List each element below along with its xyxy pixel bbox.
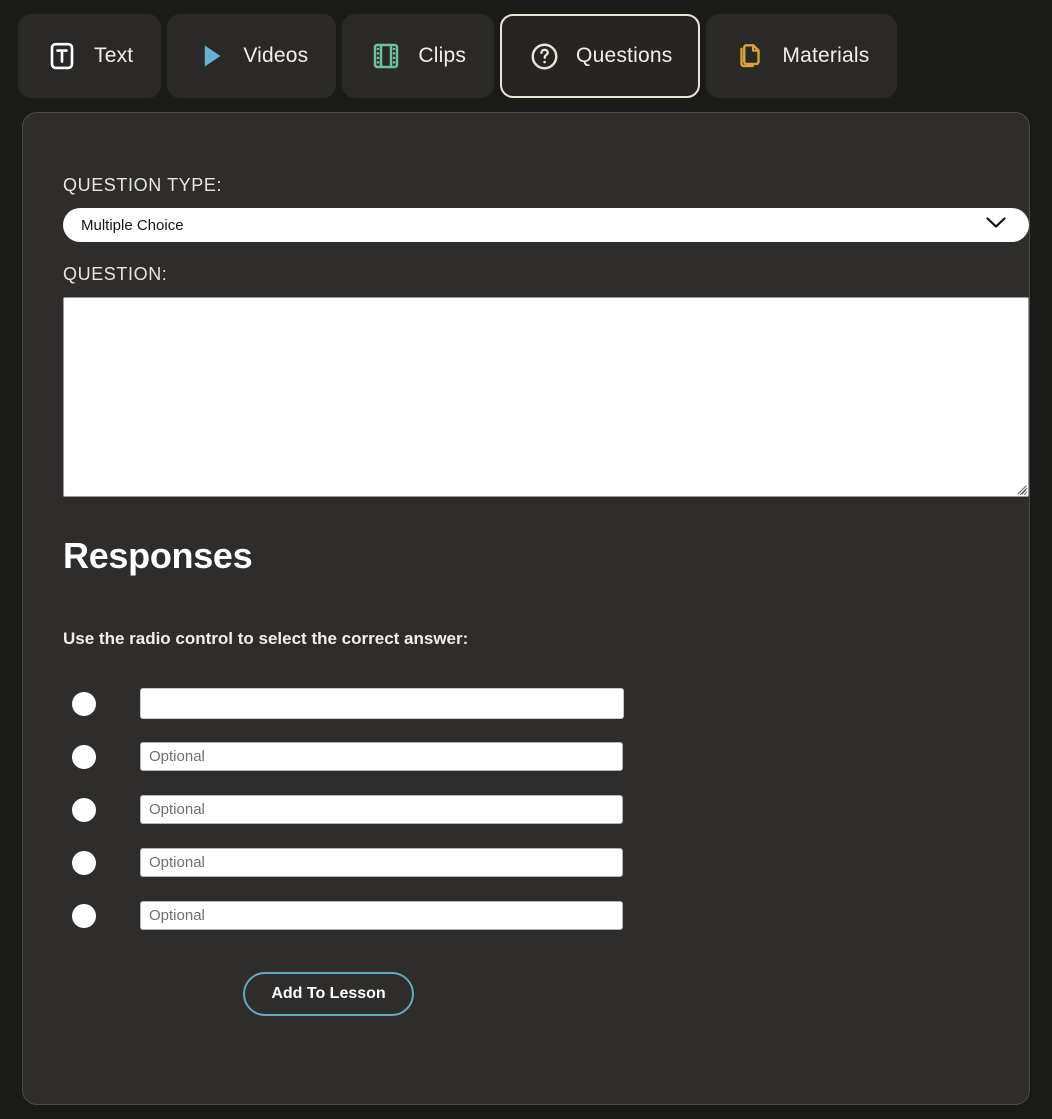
question-type-selected-value: Multiple Choice <box>81 217 184 234</box>
response-input-3[interactable] <box>140 795 623 824</box>
response-input-2[interactable] <box>140 742 623 771</box>
response-input-5[interactable] <box>140 901 623 930</box>
response-radio-2[interactable] <box>72 745 96 769</box>
response-row <box>63 889 989 942</box>
response-radio-4[interactable] <box>72 851 96 875</box>
tab-videos[interactable]: Videos <box>167 14 336 98</box>
responses-heading: Responses <box>63 535 989 577</box>
question-type-select-wrapper: Multiple Choice <box>63 208 1029 242</box>
documents-icon <box>734 40 766 72</box>
tab-questions[interactable]: Questions <box>500 14 700 98</box>
response-row <box>63 730 989 783</box>
film-strip-icon <box>370 40 402 72</box>
response-row <box>63 836 989 889</box>
tab-text[interactable]: Text <box>18 14 161 98</box>
tab-label-questions: Questions <box>576 44 672 68</box>
responses-hint: Use the radio control to select the corr… <box>63 629 989 649</box>
response-input-4[interactable] <box>140 848 623 877</box>
play-icon <box>195 40 227 72</box>
tab-label-text: Text <box>94 44 133 68</box>
question-type-label: QUESTION TYPE: <box>63 175 989 196</box>
tab-clips[interactable]: Clips <box>342 14 494 98</box>
question-type-select[interactable]: Multiple Choice <box>63 208 1029 242</box>
response-radio-1[interactable] <box>72 692 96 716</box>
question-mark-circle-icon <box>528 40 560 72</box>
resize-grip-icon[interactable] <box>1013 481 1027 495</box>
tab-materials[interactable]: Materials <box>706 14 897 98</box>
question-input[interactable] <box>63 297 1029 497</box>
response-input-1[interactable] <box>140 688 624 719</box>
response-radio-5[interactable] <box>72 904 96 928</box>
content-type-tabbar: Text Videos Clips Questions <box>0 0 1052 112</box>
add-to-lesson-button[interactable]: Add To Lesson <box>243 972 413 1016</box>
response-row <box>63 677 989 730</box>
question-label: QUESTION: <box>63 264 989 285</box>
response-radio-3[interactable] <box>72 798 96 822</box>
tab-label-videos: Videos <box>243 44 308 68</box>
submit-row: Add To Lesson <box>63 972 989 1016</box>
responses-list <box>63 677 989 942</box>
response-row <box>63 783 989 836</box>
question-editor-panel: QUESTION TYPE: Multiple Choice QUESTION:… <box>22 112 1030 1105</box>
text-box-icon <box>46 40 78 72</box>
tab-label-materials: Materials <box>782 44 869 68</box>
question-textarea-wrapper <box>63 297 1029 497</box>
tab-label-clips: Clips <box>418 44 466 68</box>
